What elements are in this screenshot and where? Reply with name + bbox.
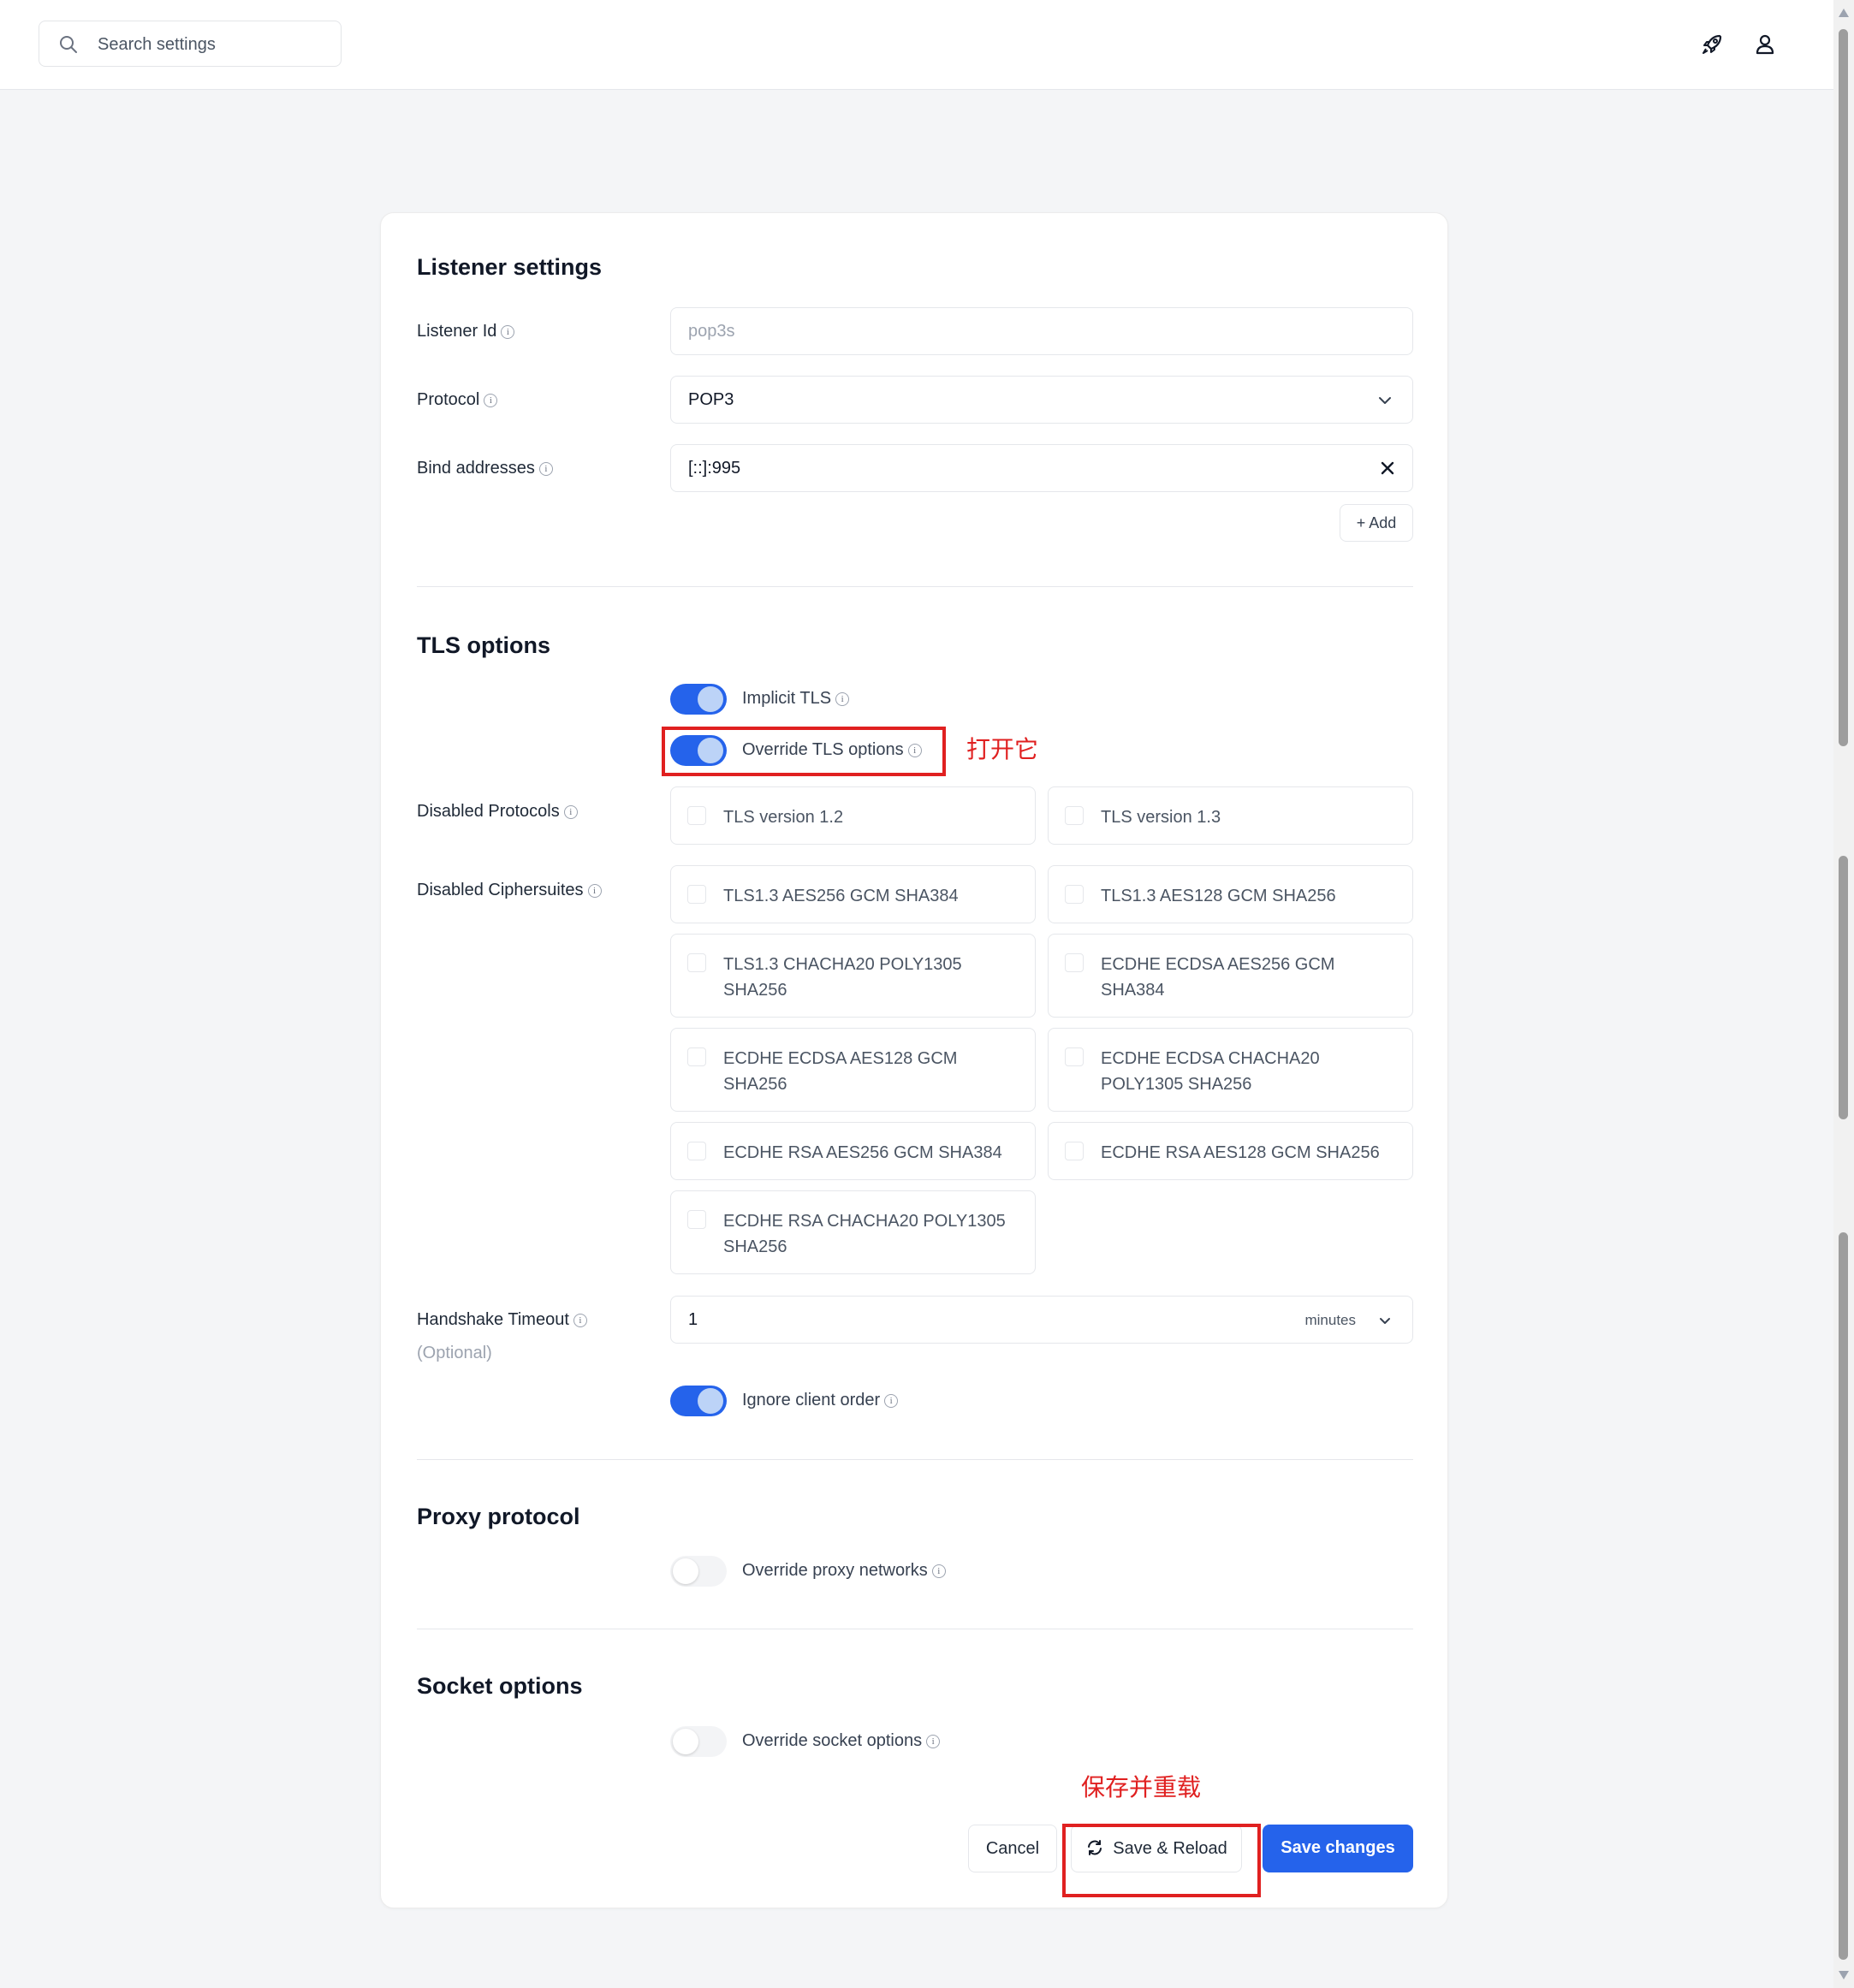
rocket-icon[interactable] bbox=[1698, 31, 1726, 58]
bind-address-value: [::]:995 bbox=[688, 459, 741, 478]
ignore-client-order-toggle[interactable] bbox=[670, 1386, 727, 1416]
option-label: TLS1.3 AES256 GCM SHA384 bbox=[723, 887, 959, 905]
override-proxy-label: Override proxy networks i bbox=[742, 1561, 946, 1581]
checkbox[interactable] bbox=[1065, 806, 1084, 825]
option-label: TLS version 1.3 bbox=[1101, 808, 1221, 827]
listener-id-label: Listener Id i bbox=[417, 322, 515, 341]
checkbox[interactable] bbox=[687, 1047, 706, 1066]
cipher-option[interactable]: ECDHE RSA AES256 GCM SHA384 bbox=[670, 1122, 1036, 1180]
info-icon[interactable]: i bbox=[835, 691, 850, 706]
scrollbar[interactable] bbox=[1833, 0, 1854, 1988]
option-label: ECDHE ECDSA AES256 GCM SHA384 bbox=[1101, 955, 1335, 1000]
info-icon[interactable]: i bbox=[563, 804, 578, 819]
disabled-ciphersuites-label: Disabled Ciphersuites i bbox=[417, 881, 602, 900]
user-icon[interactable] bbox=[1751, 31, 1779, 58]
option-label: TLS1.3 AES128 GCM SHA256 bbox=[1101, 887, 1336, 905]
info-icon[interactable]: i bbox=[573, 1313, 587, 1327]
checkbox[interactable] bbox=[687, 806, 706, 825]
chevron-down-icon[interactable] bbox=[1376, 1312, 1393, 1329]
settings-card: Listener settings Listener Id i pop3s Pro… bbox=[380, 212, 1448, 1908]
bind-addresses-label: Bind addresses i bbox=[417, 459, 553, 478]
info-icon[interactable]: i bbox=[884, 1393, 899, 1408]
save-changes-button[interactable]: Save changes bbox=[1263, 1825, 1413, 1872]
scroll-down-arrow-icon[interactable] bbox=[1839, 1971, 1849, 1979]
chevron-down-icon bbox=[1379, 397, 1391, 404]
option-label: ECDHE RSA CHACHA20 POLY1305 SHA256 bbox=[723, 1212, 1006, 1256]
socket-options-title: Socket options bbox=[417, 1673, 583, 1699]
info-icon[interactable]: i bbox=[538, 461, 553, 476]
handshake-timeout-input[interactable]: 1 minutes bbox=[670, 1296, 1413, 1344]
cipher-option[interactable]: ECDHE ECDSA CHACHA20 POLY1305 SHA256 bbox=[1048, 1028, 1413, 1112]
option-label: ECDHE ECDSA AES128 GCM SHA256 bbox=[723, 1049, 958, 1094]
checkbox[interactable] bbox=[687, 885, 706, 904]
checkbox[interactable] bbox=[687, 1142, 706, 1160]
checkbox[interactable] bbox=[687, 953, 706, 972]
scroll-thumb-tertiary[interactable] bbox=[1839, 1232, 1848, 1960]
info-icon[interactable]: i bbox=[501, 324, 515, 339]
add-bind-address-button[interactable]: + Add bbox=[1340, 504, 1413, 542]
option-label: TLS1.3 CHACHA20 POLY1305 SHA256 bbox=[723, 955, 962, 1000]
optional-hint: (Optional) bbox=[417, 1344, 492, 1362]
option-label: ECDHE RSA AES256 GCM SHA384 bbox=[723, 1143, 1002, 1162]
override-socket-label: Override socket options i bbox=[742, 1731, 941, 1751]
cipher-option[interactable]: ECDHE ECDSA AES128 GCM SHA256 bbox=[670, 1028, 1036, 1112]
override-proxy-toggle[interactable] bbox=[670, 1556, 727, 1587]
cipher-option[interactable]: ECDHE RSA AES128 GCM SHA256 bbox=[1048, 1122, 1413, 1180]
listener-id-value: pop3s bbox=[688, 322, 735, 341]
cipher-option[interactable]: ECDHE ECDSA AES256 GCM SHA384 bbox=[1048, 934, 1413, 1018]
annotation-turn-on: 打开它 bbox=[966, 735, 1039, 763]
listener-id-field[interactable]: pop3s bbox=[670, 307, 1413, 355]
option-label: ECDHE RSA AES128 GCM SHA256 bbox=[1101, 1143, 1380, 1162]
search-input[interactable] bbox=[96, 30, 330, 59]
protocol-select[interactable]: POP3 bbox=[670, 376, 1413, 424]
search-icon bbox=[60, 36, 77, 53]
checkbox[interactable] bbox=[687, 1210, 706, 1229]
annotation-box-override-tls bbox=[662, 727, 946, 776]
info-icon[interactable]: i bbox=[484, 393, 498, 407]
checkbox[interactable] bbox=[1065, 953, 1084, 972]
proxy-protocol-title: Proxy protocol bbox=[417, 1504, 580, 1529]
info-icon[interactable]: i bbox=[587, 883, 602, 898]
cipher-option[interactable]: TLS1.3 AES256 GCM SHA384 bbox=[670, 865, 1036, 923]
ignore-client-order-label: Ignore client order i bbox=[742, 1391, 899, 1410]
timeout-value: 1 bbox=[688, 1310, 698, 1329]
listener-settings-title: Listener settings bbox=[417, 254, 603, 280]
protocol-value: POP3 bbox=[688, 390, 734, 409]
checkbox[interactable] bbox=[1065, 1142, 1084, 1160]
info-icon[interactable]: i bbox=[926, 1734, 941, 1748]
annotation-save-reload: 保存并重载 bbox=[1081, 1773, 1202, 1801]
timeout-unit-select[interactable]: minutes bbox=[1304, 1312, 1356, 1329]
option-label: ECDHE ECDSA CHACHA20 POLY1305 SHA256 bbox=[1101, 1049, 1320, 1094]
implicit-tls-toggle[interactable] bbox=[670, 684, 727, 715]
checkbox[interactable] bbox=[1065, 885, 1084, 904]
scroll-up-arrow-icon[interactable] bbox=[1839, 9, 1849, 17]
option-label: TLS version 1.2 bbox=[723, 808, 844, 827]
info-icon[interactable]: i bbox=[931, 1564, 946, 1578]
section-divider bbox=[417, 1459, 1413, 1460]
checkbox[interactable] bbox=[1065, 1047, 1084, 1066]
bind-address-input[interactable]: [::]:995 bbox=[670, 444, 1413, 492]
plus-icon: + bbox=[1356, 514, 1366, 531]
close-icon[interactable] bbox=[1378, 459, 1397, 478]
cipher-option[interactable]: TLS1.3 AES128 GCM SHA256 bbox=[1048, 865, 1413, 923]
cancel-button[interactable]: Cancel bbox=[968, 1825, 1057, 1872]
protocol-option[interactable]: TLS version 1.2 bbox=[670, 786, 1036, 845]
disabled-protocols-label: Disabled Protocols i bbox=[417, 802, 578, 822]
scroll-thumb-secondary[interactable] bbox=[1839, 856, 1848, 1119]
top-bar bbox=[0, 0, 1833, 90]
protocol-option[interactable]: TLS version 1.3 bbox=[1048, 786, 1413, 845]
cipher-option[interactable]: TLS1.3 CHACHA20 POLY1305 SHA256 bbox=[670, 934, 1036, 1018]
tls-options-title: TLS options bbox=[417, 632, 550, 658]
annotation-box-save-reload bbox=[1062, 1824, 1261, 1897]
protocol-label: Protocol i bbox=[417, 390, 498, 410]
handshake-timeout-label: Handshake Timeout i (Optional) bbox=[417, 1310, 587, 1363]
scroll-thumb[interactable] bbox=[1839, 29, 1848, 746]
cipher-option[interactable]: ECDHE RSA CHACHA20 POLY1305 SHA256 bbox=[670, 1190, 1036, 1274]
section-divider bbox=[417, 586, 1413, 587]
search-box[interactable] bbox=[39, 21, 342, 67]
override-socket-toggle[interactable] bbox=[670, 1726, 727, 1757]
implicit-tls-label: Implicit TLS i bbox=[742, 689, 850, 709]
